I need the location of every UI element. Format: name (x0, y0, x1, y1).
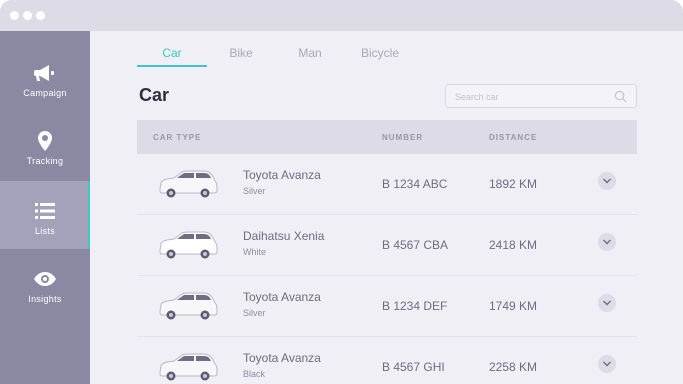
car-distance: 1749 KM (489, 299, 538, 313)
location-pin-icon (38, 131, 52, 151)
page-title: Car (139, 85, 170, 105)
car-color: Silver (243, 308, 266, 318)
car-icon (159, 231, 218, 259)
sidebar-item-lists[interactable]: Lists (0, 181, 90, 249)
car-number: B 1234 DEF (382, 299, 448, 313)
chevron-down-icon (603, 300, 611, 306)
car-number: B 4567 CBA (382, 238, 449, 252)
category-tabs: Car Bike Man Bicycle (137, 43, 437, 67)
megaphone-icon (34, 65, 54, 81)
car-name: Toyota Avanza (243, 168, 321, 182)
column-header-car-type: CAR TYPE (153, 133, 202, 142)
table-row[interactable]: Toyota Avanza Silver B 1234 DEF 1749 KM (137, 276, 637, 337)
table-header: CAR TYPE NUMBER DISTANCE (137, 120, 637, 154)
car-name: Toyota Avanza (243, 351, 321, 365)
title-bar (0, 0, 683, 31)
car-color: Black (243, 369, 266, 379)
car-icon (159, 292, 218, 320)
window-close-button[interactable] (10, 11, 19, 20)
sidebar-item-campaign[interactable]: Campaign (0, 43, 90, 111)
car-color: Silver (243, 186, 266, 196)
search-input[interactable] (455, 89, 605, 105)
car-icon (159, 170, 218, 198)
list-icon (35, 203, 55, 219)
table-row[interactable]: Daihatsu Xenia White B 4567 CBA 2418 KM (137, 215, 637, 276)
tab-bicycle[interactable]: Bicycle (345, 43, 415, 67)
sidebar-item-label: Insights (28, 294, 62, 304)
chevron-down-icon (603, 361, 611, 367)
car-number: B 4567 GHI (382, 360, 445, 374)
eye-icon (34, 272, 56, 286)
tab-bike[interactable]: Bike (206, 43, 276, 67)
main-content: Car Bike Man Bicycle Car CAR TYPE NUMBER… (90, 31, 683, 384)
car-name: Daihatsu Xenia (243, 229, 325, 243)
tab-car[interactable]: Car (137, 43, 207, 67)
expand-row-button[interactable] (598, 233, 616, 251)
window-minimize-button[interactable] (23, 11, 32, 20)
expand-row-button[interactable] (598, 294, 616, 312)
column-header-distance: DISTANCE (489, 133, 538, 142)
sidebar-item-label: Lists (34, 226, 55, 236)
app-window: Campaign Tracking Lists Insights Car Bik… (0, 0, 683, 384)
sidebar-item-label: Tracking (26, 156, 64, 166)
expand-row-button[interactable] (598, 355, 616, 373)
search-box (445, 84, 637, 108)
window-maximize-button[interactable] (36, 11, 45, 20)
sidebar-item-label: Campaign (23, 88, 67, 98)
sidebar-item-insights[interactable]: Insights (0, 249, 90, 317)
car-distance: 2418 KM (489, 238, 538, 252)
car-name: Toyota Avanza (243, 290, 321, 304)
car-icon (159, 353, 218, 381)
expand-row-button[interactable] (598, 172, 616, 190)
car-color: White (243, 247, 267, 257)
car-distance: 2258 KM (489, 360, 538, 374)
car-number: B 1234 ABC (382, 177, 448, 191)
table-row[interactable]: Toyota Avanza Black B 4567 GHI 2258 KM (137, 337, 637, 384)
sidebar-item-tracking[interactable]: Tracking (0, 111, 90, 179)
chevron-down-icon (603, 178, 611, 184)
sidebar: Campaign Tracking Lists Insights (0, 31, 90, 384)
column-header-number: NUMBER (382, 133, 424, 142)
chevron-down-icon (603, 239, 611, 245)
tab-man[interactable]: Man (275, 43, 345, 67)
search-icon[interactable] (614, 90, 627, 103)
car-distance: 1892 KM (489, 177, 538, 191)
table-row[interactable]: Toyota Avanza Silver B 1234 ABC 1892 KM (137, 154, 637, 215)
